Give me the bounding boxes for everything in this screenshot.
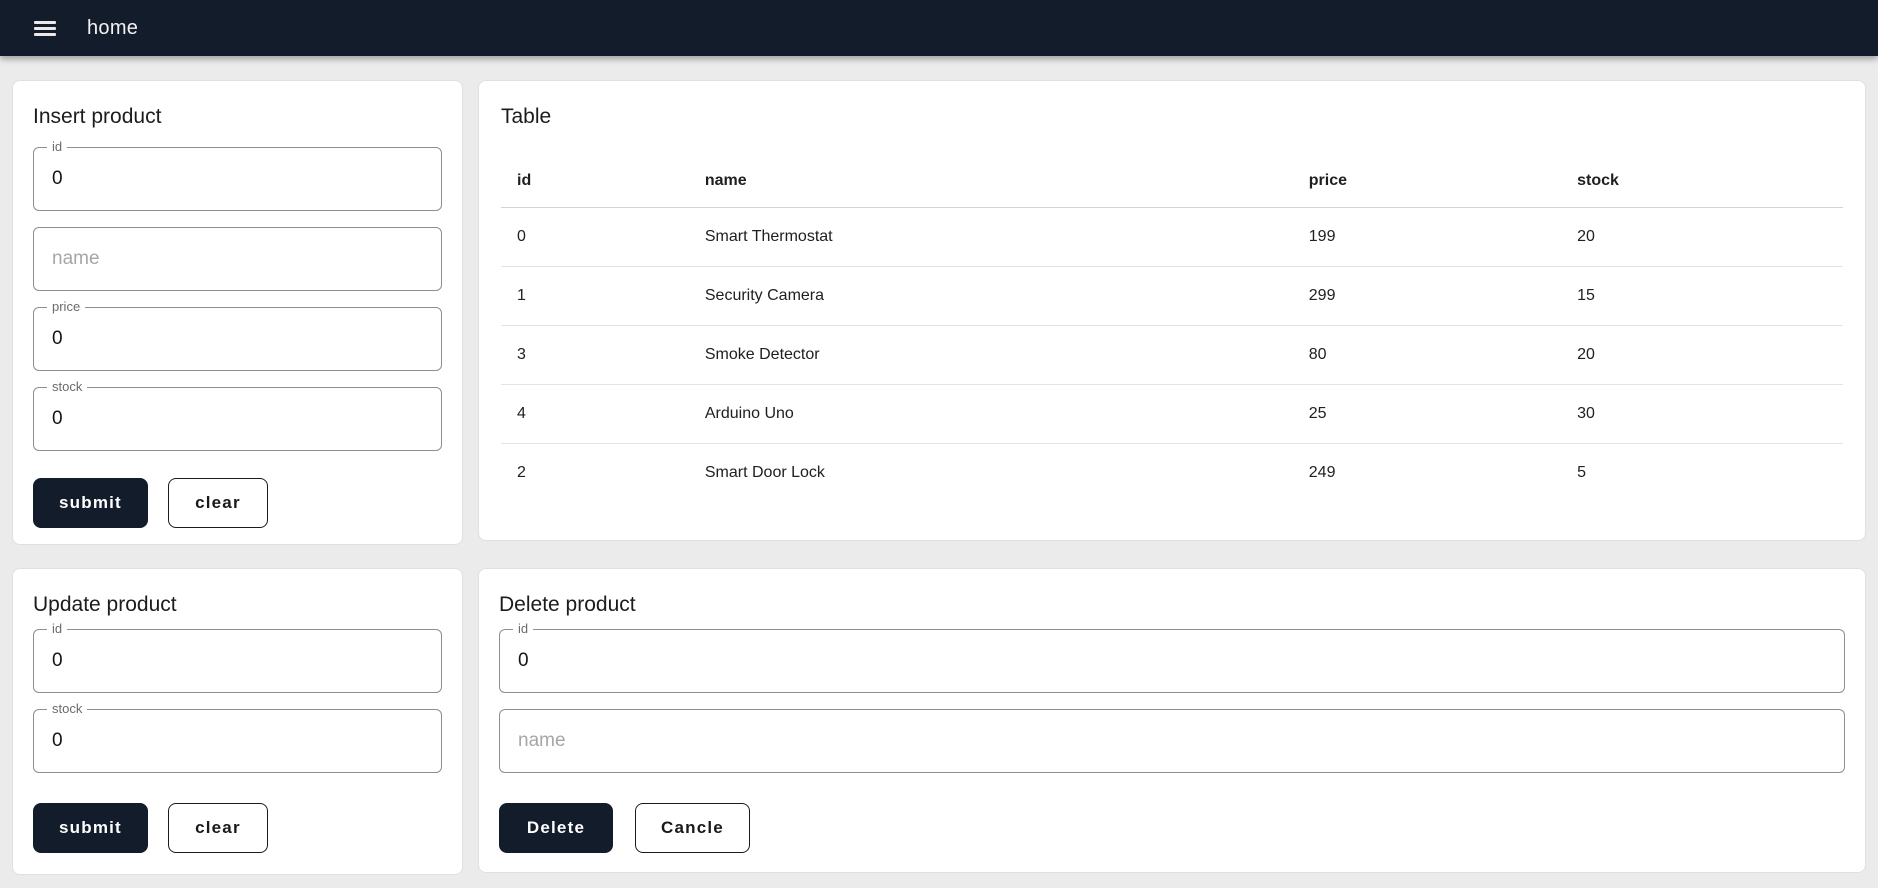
cell-stock: 30 — [1561, 384, 1843, 444]
cell-name: Smoke Detector — [688, 325, 1293, 385]
delete-product-fields: id — [499, 621, 1845, 773]
update-id-input[interactable] — [34, 630, 441, 692]
insert-id-field: id — [33, 139, 442, 211]
update-id-label: id — [47, 621, 68, 637]
insert-submit-button[interactable]: submit — [33, 478, 148, 528]
cell-stock: 5 — [1577, 464, 1587, 481]
cell-id: 3 — [501, 325, 689, 385]
insert-product-card: Insert product id price stock submit cle… — [12, 80, 463, 545]
table-row: 3 Smoke Detector 80 20 — [501, 325, 1843, 385]
insert-id-label: id — [47, 139, 68, 155]
cell-id: 4 — [501, 384, 689, 444]
hamburger-bar — [34, 26, 56, 30]
update-stock-label: stock — [47, 701, 88, 717]
insert-clear-button[interactable]: clear — [167, 478, 268, 528]
cell-price: 249 — [1308, 464, 1336, 481]
delete-id-input[interactable] — [500, 630, 1844, 692]
appbar: home — [0, 0, 1878, 56]
update-stock-field: stock — [33, 701, 442, 773]
column-header-price: price — [1292, 155, 1562, 208]
update-stock-input[interactable] — [34, 710, 441, 772]
table-row: 4 Arduino Uno 25 30 — [501, 384, 1843, 444]
delete-id-field: id — [499, 621, 1845, 693]
cell-name: Smart Thermostat — [688, 207, 1293, 267]
delete-name-input[interactable] — [500, 710, 1844, 772]
cell-price: 199 — [1292, 207, 1562, 267]
cell-price: 299 — [1292, 266, 1562, 326]
delete-id-label: id — [513, 621, 534, 637]
update-product-actions: submit clear — [33, 803, 442, 853]
cell-name: Security Camera — [688, 266, 1293, 326]
insert-name-field — [33, 227, 442, 291]
insert-id-input[interactable] — [34, 148, 441, 210]
delete-product-actions: Delete Cancle — [499, 803, 1845, 853]
table-row: 1 Security Camera 299 15 — [501, 266, 1843, 326]
table-header: id name price stock — [501, 155, 1843, 208]
update-id-field: id — [33, 621, 442, 693]
insert-product-actions: submit clear — [33, 478, 442, 528]
cell-price: 80 — [1292, 325, 1562, 385]
cell-name: Arduino Uno — [688, 384, 1293, 444]
insert-price-field: price — [33, 299, 442, 371]
column-header-id: id — [501, 155, 689, 208]
delete-button[interactable]: Delete — [499, 803, 613, 853]
cell-stock: 20 — [1561, 207, 1843, 267]
table-card: Table id name price stock 0 Smart Thermo… — [478, 80, 1866, 541]
hamburger-bar — [34, 20, 56, 24]
update-product-card: Update product id stock submit clear — [12, 568, 463, 875]
insert-price-input[interactable] — [34, 308, 441, 370]
delete-name-field — [499, 709, 1845, 773]
cancel-button[interactable]: Cancle — [635, 803, 750, 853]
insert-price-label: price — [47, 299, 86, 315]
column-header-name: name — [688, 155, 1293, 208]
update-product-title: Update product — [33, 593, 177, 616]
products-table: id name price stock 0 Smart Thermostat 1… — [501, 155, 1843, 502]
insert-stock-input[interactable] — [34, 388, 441, 450]
update-submit-button[interactable]: submit — [33, 803, 148, 853]
cell-name: Smart Door Lock — [704, 464, 825, 481]
appbar-title: home — [87, 16, 139, 39]
insert-stock-label: stock — [47, 379, 88, 395]
update-product-fields: id stock — [33, 621, 442, 773]
hamburger-menu-icon[interactable] — [25, 8, 65, 48]
table-header-row: id name price stock — [501, 155, 1843, 208]
insert-name-input[interactable] — [34, 228, 441, 290]
delete-product-title: Delete product — [499, 593, 636, 616]
cell-stock: 15 — [1561, 266, 1843, 326]
insert-product-fields: id price stock — [33, 139, 442, 451]
hamburger-bar — [34, 32, 56, 36]
delete-product-card: Delete product id Delete Cancle — [478, 568, 1866, 873]
cell-id: 0 — [501, 207, 689, 267]
update-clear-button[interactable]: clear — [167, 803, 268, 853]
table-row: 0 Smart Thermostat 199 20 — [501, 207, 1843, 267]
insert-product-title: Insert product — [33, 105, 162, 128]
cell-id: 2 — [517, 464, 526, 481]
cell-stock: 20 — [1561, 325, 1843, 385]
insert-stock-field: stock — [33, 379, 442, 451]
cell-id: 1 — [501, 266, 689, 326]
main-content: Insert product id price stock submit cle… — [12, 80, 1866, 877]
cell-price: 25 — [1292, 384, 1562, 444]
table-body: 0 Smart Thermostat 199 20 1 Security Cam… — [501, 207, 1843, 503]
column-header-stock: stock — [1561, 155, 1843, 208]
table-title: Table — [501, 105, 552, 128]
table-row: 2 Smart Door Lock 249 5 — [501, 444, 1843, 503]
